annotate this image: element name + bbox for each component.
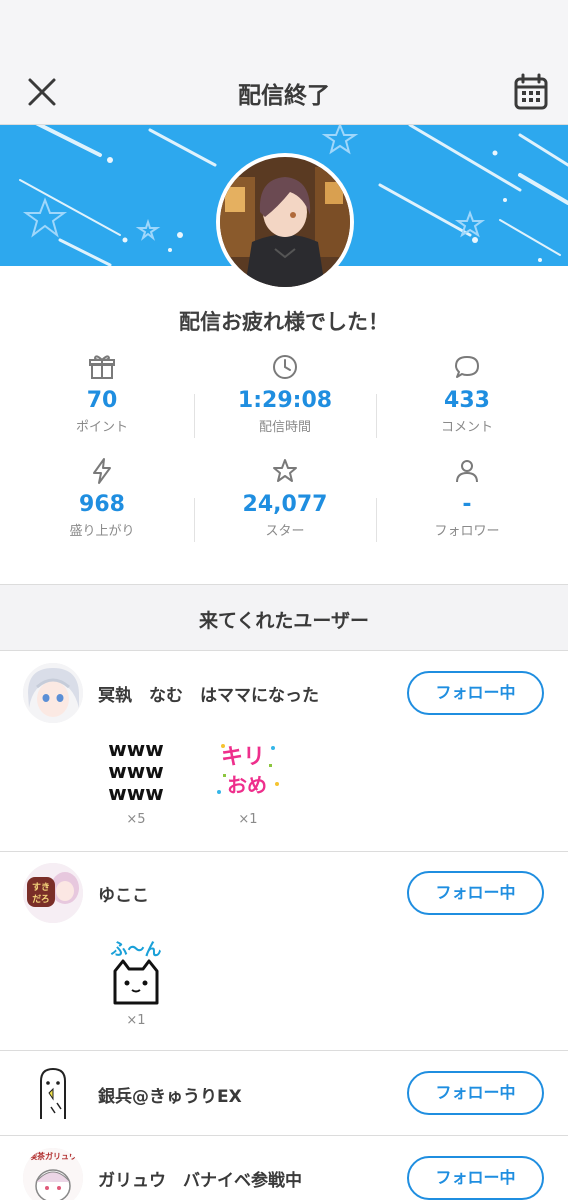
www-stamp-image: www www www bbox=[108, 737, 163, 804]
row-divider bbox=[0, 1135, 568, 1136]
row-divider bbox=[0, 1050, 568, 1051]
stamp-item: www www www ×5 bbox=[96, 734, 176, 827]
user-avatar[interactable] bbox=[23, 663, 83, 723]
stat-points: 70 ポイント bbox=[7, 352, 197, 435]
star-icon bbox=[273, 459, 297, 482]
stamp-count: ×5 bbox=[126, 812, 146, 827]
user-avatar-image bbox=[23, 663, 83, 723]
svg-text:おめ: おめ bbox=[227, 773, 267, 797]
stat-excitement: 968 盛り上がり bbox=[7, 456, 197, 539]
stat-followers: - フォロワー bbox=[372, 456, 562, 539]
divider bbox=[376, 394, 377, 438]
user-avatar[interactable]: 喫茶ガリュウ bbox=[23, 1148, 83, 1200]
row-divider bbox=[0, 851, 568, 852]
stat-value: 70 bbox=[86, 388, 118, 413]
calendar-button[interactable] bbox=[512, 72, 550, 112]
divider bbox=[194, 498, 195, 542]
stat-stars: 24,077 スター bbox=[190, 456, 380, 539]
user-avatar-image bbox=[23, 1063, 83, 1123]
follow-button[interactable]: フォロー中 bbox=[407, 671, 544, 715]
person-icon bbox=[456, 460, 478, 483]
stat-label: スター bbox=[265, 524, 305, 539]
user-name: ガリュウ バナイベ参戦中 bbox=[98, 1171, 302, 1191]
divider bbox=[194, 394, 195, 438]
stat-label: ポイント bbox=[75, 420, 128, 435]
kiriome-stamp-image: キリ おめ bbox=[217, 744, 279, 797]
user-avatar[interactable] bbox=[23, 1063, 83, 1123]
user-name: 冥執 なむ はママになった bbox=[98, 686, 319, 706]
stat-label: フォロワー bbox=[434, 524, 500, 539]
lightning-icon bbox=[93, 458, 111, 484]
gift-icon bbox=[89, 355, 115, 379]
follow-button[interactable]: フォロー中 bbox=[407, 1156, 544, 1200]
user-avatar-image: 喫茶ガリュウ bbox=[23, 1148, 83, 1200]
clock-icon bbox=[273, 355, 297, 379]
stat-duration: 1:29:08 配信時間 bbox=[190, 352, 380, 435]
comment-icon bbox=[455, 356, 479, 378]
svg-text:ふ〜ん: ふ〜ん bbox=[111, 940, 162, 960]
stamp-item: キリ おめ ×1 bbox=[208, 734, 288, 827]
follow-button[interactable]: フォロー中 bbox=[407, 871, 544, 915]
user-name: 銀兵@きゅうりEX bbox=[98, 1087, 242, 1107]
svg-text:キリ: キリ bbox=[221, 745, 265, 770]
stat-label: 配信時間 bbox=[258, 420, 311, 435]
stamp-item: ふ〜ん ×1 bbox=[96, 935, 176, 1028]
streamer-avatar bbox=[216, 153, 354, 291]
stamp-count: ×1 bbox=[238, 812, 258, 827]
stat-label: 盛り上がり bbox=[69, 524, 135, 539]
svg-text:www: www bbox=[108, 781, 163, 804]
stat-value: 968 bbox=[79, 492, 125, 517]
stamp-count: ×1 bbox=[126, 1013, 146, 1028]
svg-text:喫茶ガリュウ: 喫茶ガリュウ bbox=[29, 1151, 77, 1161]
fuun-cat-stamp-image: ふ〜ん bbox=[111, 940, 162, 1005]
stat-label: コメント bbox=[440, 420, 493, 435]
user-avatar-image: すき だろ bbox=[23, 863, 83, 923]
calendar-icon bbox=[514, 73, 548, 110]
user-name: ゆここ bbox=[98, 886, 149, 906]
greeting-message: 配信お疲れ様でした！ bbox=[179, 310, 389, 334]
svg-text:すき: すき bbox=[32, 882, 50, 893]
svg-text:www: www bbox=[108, 737, 163, 761]
stat-value: - bbox=[462, 492, 472, 517]
page-title: 配信終了 bbox=[238, 83, 330, 109]
streamer-avatar-image bbox=[220, 157, 350, 287]
follow-button[interactable]: フォロー中 bbox=[407, 1071, 544, 1115]
section-title: 来てくれたユーザー bbox=[198, 610, 370, 632]
stat-value: 24,077 bbox=[242, 492, 328, 517]
svg-text:www: www bbox=[108, 759, 163, 783]
user-avatar[interactable]: すき だろ bbox=[23, 863, 83, 923]
stat-comments: 433 コメント bbox=[372, 352, 562, 435]
stat-value: 433 bbox=[444, 388, 490, 413]
svg-text:だろ: だろ bbox=[32, 894, 49, 905]
stat-value: 1:29:08 bbox=[237, 388, 333, 413]
divider bbox=[376, 498, 377, 542]
